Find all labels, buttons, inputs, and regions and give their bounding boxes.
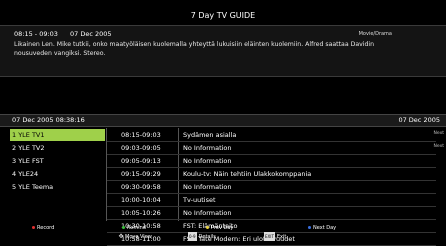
channel-list: 1 YLE TV1 2 YLE TV2 3 YLE FST 4 YLE24 5 … — [10, 129, 105, 194]
exit-label: Exit — [276, 234, 287, 240]
channel-item[interactable]: 2 YLE TV2 — [10, 142, 105, 154]
program-time: 09:05-09:13 — [121, 157, 161, 165]
red-key-icon — [32, 226, 35, 229]
next-day-label: Next Day — [313, 225, 337, 231]
record-key[interactable]: Record — [32, 224, 54, 233]
program-time: 09:03-09:05 — [121, 144, 161, 152]
program-row[interactable]: 10:00-10:04 Tv-uutiset — [107, 194, 436, 207]
program-time: 08:15-09:03 — [121, 131, 161, 139]
program-time: 10:05-10:26 — [121, 209, 161, 217]
guide-day: 07 Dec 2005 — [398, 116, 440, 124]
program-name: No Information — [183, 209, 232, 217]
program-info-panel: 08:15 - 09:03 07 Dec 2005 Movie/Drama Li… — [0, 25, 446, 77]
guide-title: 7 Day TV GUIDE — [190, 11, 256, 20]
prev-day-label: Prev Day — [211, 225, 234, 231]
program-name: Tv-uutiset — [183, 196, 216, 204]
tv-guide-window: 7 Day TV GUIDE 08:15 - 09:03 07 Dec 2005… — [0, 0, 446, 246]
program-name: No Information — [183, 183, 232, 191]
exit-key[interactable]: EXIT Exit — [264, 232, 286, 241]
program-time: 09:30-09:58 — [121, 183, 161, 191]
program-name: No Information — [183, 144, 232, 152]
info-date: 07 Dec 2005 — [70, 30, 112, 38]
record-label: Record — [37, 225, 55, 231]
exit-key-icon: EXIT — [264, 232, 275, 241]
program-row[interactable]: 09:03-09:05 No Information — [107, 142, 436, 155]
next-day-key[interactable]: Next Day — [308, 224, 336, 233]
remind-label: Remind — [127, 225, 146, 231]
move-arrows-icon: ✥ — [118, 233, 124, 240]
program-name: No Information — [183, 157, 232, 165]
move-view-label: Move View — [125, 234, 152, 240]
program-time: 10:00-10:04 — [121, 196, 161, 204]
info-time: 08:15 - 09:03 — [14, 30, 58, 38]
channel-item[interactable]: 5 YLE Teema — [10, 181, 105, 193]
yellow-key-icon — [206, 226, 209, 229]
info-description: Likainen Len. Mike tutkii, onko maatyölä… — [14, 41, 375, 57]
green-key-icon — [122, 226, 125, 229]
date-bar: 07 Dec 2005 08:38:16 07 Dec 2005 — [0, 114, 446, 127]
program-time: 09:15-09:29 — [121, 170, 161, 178]
program-row[interactable]: 10:05-10:26 No Information — [107, 207, 436, 220]
info-genre: Movie/Drama — [358, 31, 392, 37]
program-row[interactable]: 09:30-09:58 No Information — [107, 181, 436, 194]
key-legend: Record Remind Prev Day Next Day ✥Move Vi… — [0, 224, 446, 242]
program-name: Sydämen asialla — [183, 131, 237, 139]
program-name: Koulu-tv: Näin tehtiin Ulakkokomppania — [183, 170, 312, 178]
current-datetime: 07 Dec 2005 08:38:16 — [12, 116, 85, 124]
move-view-key[interactable]: ✥Move View — [118, 232, 152, 241]
program-row[interactable]: 08:15-09:03 Sydämen asialla — [107, 129, 436, 142]
number-key-icon: 0-9 — [188, 232, 197, 241]
blue-key-icon — [308, 226, 311, 229]
details-label: Details — [198, 234, 216, 240]
program-row[interactable]: 09:15-09:29 Koulu-tv: Näin tehtiin Ulakko… — [107, 168, 436, 181]
details-key[interactable]: 0-9 Details — [188, 232, 216, 241]
channel-item[interactable]: 1 YLE TV1 — [10, 129, 105, 141]
program-row[interactable]: 09:05-09:13 No Information — [107, 155, 436, 168]
channel-item[interactable]: 4 YLE24 — [10, 168, 105, 180]
channel-item[interactable]: 3 YLE FST — [10, 155, 105, 167]
